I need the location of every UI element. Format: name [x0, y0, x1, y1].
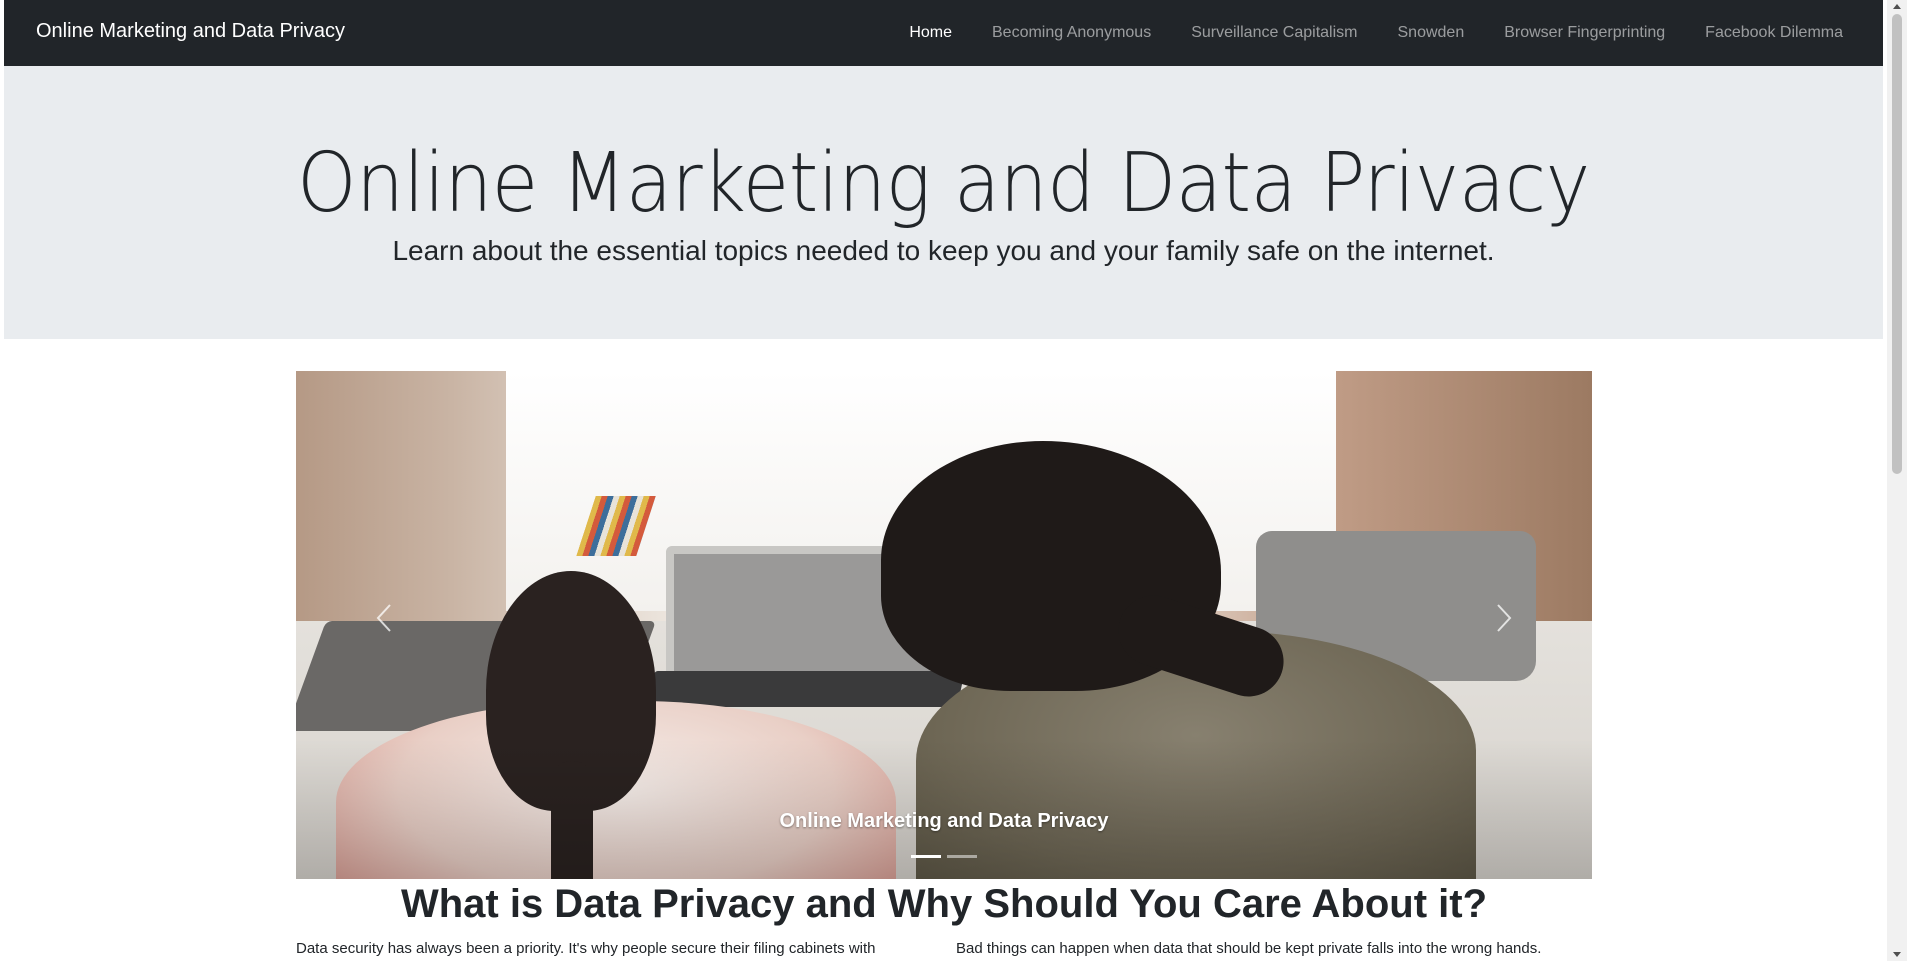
navbar-brand[interactable]: Online Marketing and Data Privacy [36, 18, 345, 44]
page: Online Marketing and Data Privacy Home B… [4, 0, 1883, 961]
nav-link-home[interactable]: Home [909, 21, 952, 45]
chevron-right-icon [1497, 604, 1512, 632]
scene-laptop-keyboard [647, 671, 965, 707]
section-right-paragraph: Bad things can happen when data that sho… [956, 940, 1542, 957]
nav-link-surveillance-capitalism[interactable]: Surveillance Capitalism [1191, 21, 1357, 45]
carousel-indicators [296, 851, 1592, 862]
scroll-up-arrow-icon[interactable] [1893, 4, 1901, 9]
page-scrollbar[interactable] [1887, 0, 1907, 961]
nav-link-becoming-anonymous[interactable]: Becoming Anonymous [992, 21, 1151, 45]
image-carousel: Online Marketing and Data Privacy [296, 371, 1592, 879]
scrollbar-thumb[interactable] [1892, 14, 1902, 474]
hero-title: Online Marketing and Data Privacy [297, 136, 1590, 231]
carousel-indicator-2[interactable] [947, 851, 977, 862]
hero-subtitle: Learn about the essential topics needed … [392, 235, 1495, 266]
carousel-caption: Online Marketing and Data Privacy [779, 810, 1109, 832]
nav-link-snowden[interactable]: Snowden [1398, 21, 1465, 45]
carousel-prev-button[interactable] [364, 593, 404, 643]
nav-link-browser-fingerprinting[interactable]: Browser Fingerprinting [1504, 21, 1665, 45]
nav-link-facebook-dilemma[interactable]: Facebook Dilemma [1705, 21, 1843, 45]
navbar: Online Marketing and Data Privacy Home B… [4, 0, 1883, 66]
hero-jumbotron: Online Marketing and Data Privacy Learn … [4, 66, 1883, 339]
section-left-paragraph: Data security has always been a priority… [296, 940, 876, 957]
section-title: What is Data Privacy and Why Should You … [400, 882, 1488, 926]
carousel-next-button[interactable] [1484, 593, 1524, 643]
scroll-down-arrow-icon[interactable] [1893, 952, 1901, 957]
nav-links: Home Becoming Anonymous Surveillance Cap… [869, 0, 1843, 66]
chevron-left-icon [376, 604, 391, 632]
carousel-indicator-1[interactable] [911, 851, 941, 862]
